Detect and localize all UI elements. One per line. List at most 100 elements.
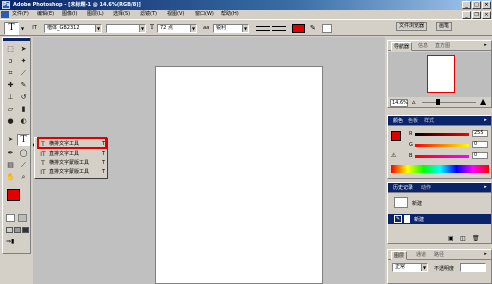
- clone-stamp-tool-icon[interactable]: ⊥: [5, 92, 16, 102]
- navigator-view-box[interactable]: [427, 55, 455, 93]
- eraser-tool-icon[interactable]: ▱: [5, 104, 16, 114]
- tab-history[interactable]: 历史记录: [391, 184, 415, 193]
- tab-paths[interactable]: 路径: [432, 251, 446, 260]
- menu-file[interactable]: 文件(F): [12, 10, 29, 19]
- r-value-field[interactable]: 255: [472, 130, 488, 137]
- document-canvas[interactable]: [155, 66, 323, 284]
- menu-image[interactable]: 图像(I): [62, 10, 77, 19]
- pen-tool-icon[interactable]: ✒: [5, 148, 16, 158]
- menu-window[interactable]: 窗口(W): [195, 10, 214, 19]
- brush-tool-icon[interactable]: ✎: [18, 80, 29, 90]
- marquee-tool-icon[interactable]: ⬚: [5, 44, 16, 54]
- screen-mode-standard-icon[interactable]: [6, 227, 13, 233]
- tab-actions[interactable]: 动作: [419, 184, 433, 193]
- history-brush-tool-icon[interactable]: ↺: [18, 92, 29, 102]
- tab-channels[interactable]: 通道: [414, 251, 428, 260]
- menu-select[interactable]: 选择(S): [113, 10, 130, 19]
- path-selection-tool-icon[interactable]: ➤: [5, 135, 16, 145]
- tab-navigator[interactable]: 导航器: [391, 42, 413, 51]
- maximize-button[interactable]: □: [472, 1, 481, 9]
- brushes-tab[interactable]: 画笔: [436, 22, 453, 31]
- menu-view[interactable]: 视图(V): [167, 10, 184, 19]
- tab-styles[interactable]: 样式: [422, 117, 436, 126]
- screen-mode-full-menu-icon[interactable]: [14, 227, 21, 233]
- tab-info[interactable]: 信息: [416, 42, 430, 51]
- eyedropper-tool-icon[interactable]: ⟋: [18, 160, 29, 170]
- opacity-field[interactable]: [460, 263, 486, 272]
- zoom-field[interactable]: 14.6%: [390, 99, 408, 107]
- warp-text-icon[interactable]: ✎: [310, 24, 316, 32]
- screen-mode-full-icon[interactable]: [22, 227, 29, 233]
- move-tool-icon[interactable]: ➤: [18, 44, 29, 54]
- foreground-color-swatch[interactable]: [7, 189, 20, 201]
- close-button[interactable]: ×: [482, 1, 491, 9]
- crop-tool-icon[interactable]: ⌗: [5, 68, 16, 78]
- align-center-icon[interactable]: [272, 26, 286, 31]
- panel-menu-icon[interactable]: ▸: [482, 184, 489, 191]
- history-state-label[interactable]: 新建: [414, 216, 424, 223]
- palettes-icon[interactable]: [322, 24, 332, 33]
- font-family-select[interactable]: 楷体_GB2312 ▼: [44, 24, 102, 33]
- b-slider[interactable]: [415, 155, 469, 158]
- menu-edit[interactable]: 编辑(E): [37, 10, 54, 19]
- doc-restore-button[interactable]: ❐: [472, 11, 481, 19]
- font-size-select[interactable]: 72 点 ▼: [157, 24, 197, 33]
- shape-tool-icon[interactable]: ◯: [18, 148, 29, 158]
- tab-histogram[interactable]: 直方图: [433, 42, 452, 51]
- dodge-tool-icon[interactable]: ◐: [18, 116, 29, 126]
- new-document-from-state-icon[interactable]: ▣: [448, 235, 454, 242]
- blur-tool-icon[interactable]: ●: [5, 116, 16, 126]
- history-brush-source-icon[interactable]: ✎: [394, 215, 402, 223]
- zoom-tool-icon[interactable]: ⌕: [18, 172, 29, 182]
- tool-preset-arrow-icon[interactable]: ▼: [21, 26, 24, 31]
- doc-close-button[interactable]: ×: [482, 11, 491, 19]
- flyout-item-vertical-type-mask[interactable]: IT 直排文字蒙版工具 T: [39, 168, 107, 177]
- type-tool-icon[interactable]: T: [17, 134, 30, 146]
- zoom-out-icon[interactable]: ▵: [412, 98, 416, 106]
- jump-to-imageready-icon[interactable]: ⇒▮: [6, 238, 28, 246]
- align-left-icon[interactable]: [256, 26, 270, 31]
- color-fg-swatch[interactable]: [391, 131, 401, 141]
- file-browser-tab[interactable]: 文件浏览器: [396, 22, 428, 31]
- panel-menu-icon[interactable]: ▸: [482, 42, 489, 49]
- g-value-field[interactable]: 0: [472, 141, 488, 148]
- healing-brush-tool-icon[interactable]: ✚: [5, 80, 16, 90]
- new-snapshot-icon[interactable]: ◫: [460, 235, 466, 242]
- snapshot-label[interactable]: 新建: [412, 200, 422, 207]
- notes-tool-icon[interactable]: ▤: [5, 160, 16, 170]
- magic-wand-tool-icon[interactable]: ✦: [18, 56, 29, 66]
- flyout-item-horizontal-type-mask[interactable]: T 横排文字蒙版工具 T: [39, 159, 107, 168]
- color-spectrum-ramp[interactable]: [391, 165, 489, 173]
- zoom-in-icon[interactable]: ▲: [480, 97, 486, 106]
- blend-mode-select[interactable]: 正常 ▼: [392, 263, 428, 272]
- gradient-tool-icon[interactable]: ▮: [18, 104, 29, 114]
- font-style-select[interactable]: ▼: [106, 24, 146, 33]
- text-color-swatch[interactable]: [292, 24, 305, 33]
- slice-tool-icon[interactable]: ⟋: [18, 68, 29, 78]
- hand-tool-icon[interactable]: ✋: [5, 172, 16, 182]
- gamut-warning-icon[interactable]: ⚠: [391, 152, 396, 159]
- current-tool-type-icon[interactable]: T: [4, 22, 19, 35]
- quick-mask-icon[interactable]: [18, 214, 27, 222]
- doc-minimize-button[interactable]: _: [462, 11, 471, 19]
- menu-filter[interactable]: 滤镜(T): [140, 10, 157, 19]
- document-icon[interactable]: [1, 11, 9, 18]
- flyout-item-vertical-type[interactable]: IT 直排文字工具 T: [39, 150, 107, 159]
- b-value-field[interactable]: 0: [472, 152, 488, 159]
- tab-layers[interactable]: 图层: [391, 251, 408, 260]
- minimize-button[interactable]: _: [462, 1, 471, 9]
- standard-mode-icon[interactable]: [6, 214, 15, 222]
- delete-state-icon[interactable]: 🗑: [472, 235, 480, 242]
- lasso-tool-icon[interactable]: ↄ: [5, 56, 16, 66]
- r-slider[interactable]: [415, 133, 469, 136]
- panel-menu-icon[interactable]: ▸: [482, 251, 489, 258]
- menu-help[interactable]: 帮助(H): [221, 10, 239, 19]
- g-slider[interactable]: [415, 144, 469, 147]
- snapshot-thumbnail-icon[interactable]: [394, 197, 408, 208]
- menu-layer[interactable]: 图层(L): [87, 10, 104, 19]
- toolbox-grip[interactable]: [3, 38, 30, 41]
- tab-swatches[interactable]: 色板: [406, 117, 420, 126]
- anti-alias-select[interactable]: 锐利 ▼: [213, 24, 249, 33]
- panel-menu-icon[interactable]: ▸: [482, 117, 489, 124]
- zoom-slider-thumb[interactable]: [436, 99, 440, 105]
